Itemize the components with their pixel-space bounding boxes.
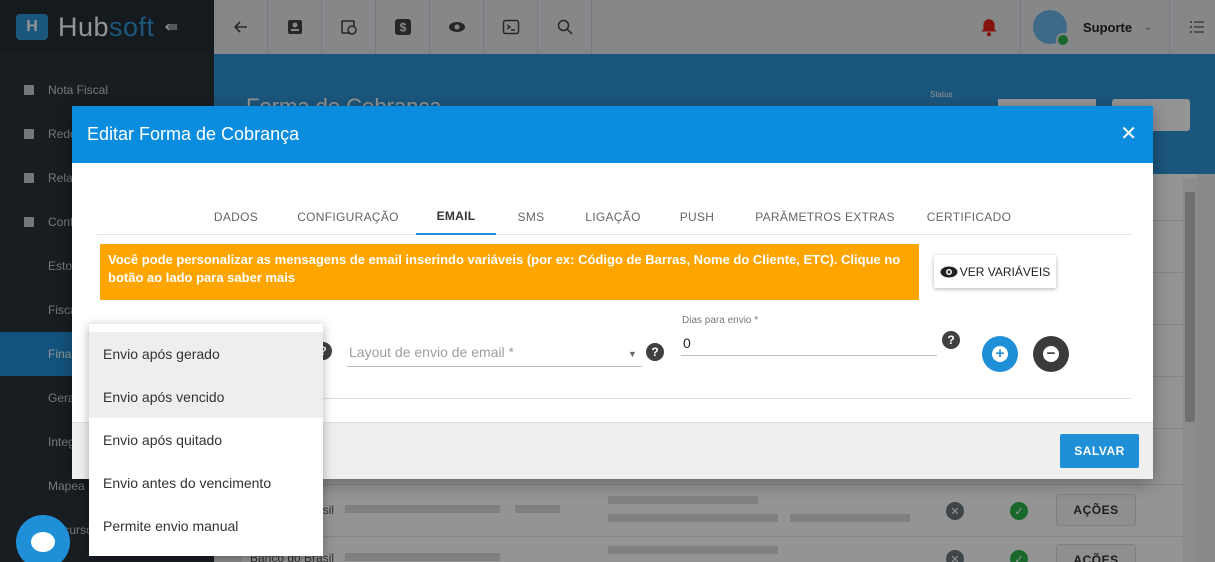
layout-envio-select[interactable]: Layout de envio de email *	[349, 344, 514, 360]
tab-bar: DADOS CONFIGURAÇÃO EMAIL SMS LIGAÇÃO PUS…	[97, 198, 1131, 235]
dias-envio-input[interactable]: 0	[683, 335, 691, 351]
info-alert: Você pode personalizar as mensagens de e…	[100, 244, 919, 300]
plus-icon: +	[992, 346, 1008, 362]
remove-row-button[interactable]: −	[1033, 336, 1069, 372]
dias-envio-label: Dias para envio *	[682, 315, 759, 326]
modal-header: Editar Forma de Cobrança ✕	[72, 106, 1153, 163]
tab-email[interactable]: EMAIL	[416, 198, 496, 235]
send-type-dropdown: Envio após gerado Envio após vencido Env…	[89, 324, 323, 556]
ver-variaveis-label: VER VARIÁVEIS	[959, 264, 1051, 279]
dropdown-option[interactable]: Envio após gerado	[89, 332, 323, 375]
minus-icon: −	[1043, 346, 1059, 362]
dropdown-caret-icon[interactable]: ▼	[628, 349, 637, 359]
ver-variaveis-button[interactable]: VER VARIÁVEIS	[934, 255, 1056, 288]
chat-bubble-icon	[31, 532, 55, 552]
eye-icon	[940, 266, 958, 277]
dropdown-option[interactable]: Envio após vencido	[89, 375, 323, 418]
add-row-button[interactable]: +	[982, 336, 1018, 372]
tab-push[interactable]: PUSH	[667, 198, 727, 235]
help-icon[interactable]: ?	[942, 331, 960, 349]
tab-certificado[interactable]: CERTIFICADO	[919, 198, 1019, 235]
tab-configuracao[interactable]: CONFIGURAÇÃO	[293, 198, 403, 235]
dropdown-option[interactable]: Envio após quitado	[89, 418, 323, 461]
dropdown-option[interactable]: Envio antes do vencimento	[89, 461, 323, 504]
modal-title: Editar Forma de Cobrança	[87, 124, 300, 144]
tab-ligacao[interactable]: LIGAÇÃO	[573, 198, 653, 235]
close-icon[interactable]: ✕	[1120, 122, 1137, 146]
dias-field-underline	[681, 355, 937, 356]
help-icon[interactable]: ?	[646, 343, 664, 361]
tab-dados[interactable]: DADOS	[203, 198, 269, 235]
tab-parametros-extras[interactable]: PARÂMETROS EXTRAS	[745, 198, 905, 235]
save-button[interactable]: SALVAR	[1060, 434, 1139, 468]
dropdown-option[interactable]: Permite envio manual	[89, 504, 323, 547]
tab-sms[interactable]: SMS	[507, 198, 555, 235]
chat-button[interactable]	[16, 515, 70, 562]
layout-field-underline	[347, 366, 642, 367]
